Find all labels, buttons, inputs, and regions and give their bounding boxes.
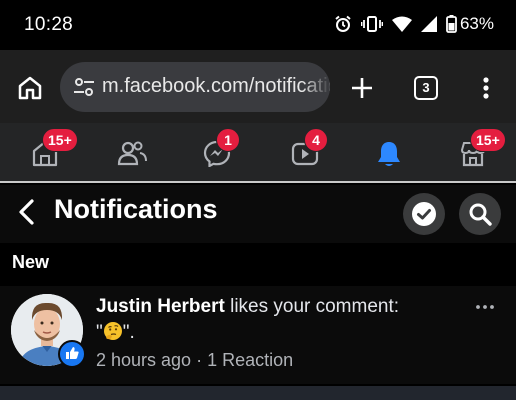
site-settings-icon[interactable] xyxy=(74,77,94,102)
next-notification-item[interactable] xyxy=(0,386,516,400)
nav-home-badge: 15+ xyxy=(42,128,78,152)
nav-video-badge: 4 xyxy=(304,128,328,152)
search-icon xyxy=(469,203,492,226)
plus-icon xyxy=(352,78,372,98)
section-label-new: New xyxy=(12,252,50,272)
bell-icon xyxy=(378,142,400,166)
thumbs-up-icon xyxy=(66,347,79,359)
reaction-count[interactable]: 1 Reaction xyxy=(207,350,293,370)
search-button[interactable] xyxy=(459,193,501,235)
chevron-left-icon xyxy=(19,199,34,225)
notification-time: 2 hours ago xyxy=(96,350,192,370)
nav-marketplace-badge: 15+ xyxy=(470,128,506,152)
more-vert-button[interactable] xyxy=(476,74,496,102)
tabs-button[interactable]: 3 xyxy=(414,76,438,100)
page-title: Notifications xyxy=(54,194,218,224)
more-horiz-icon xyxy=(476,305,494,309)
home-icon xyxy=(18,76,42,100)
nav-friends[interactable] xyxy=(114,135,150,171)
signal-icon xyxy=(420,16,437,32)
nav-home[interactable]: 15+ xyxy=(28,128,78,171)
nav-video[interactable]: 4 xyxy=(288,128,328,171)
battery-icon xyxy=(446,15,457,33)
mark-all-read-button[interactable] xyxy=(403,193,445,235)
nav-marketplace[interactable]: 15+ xyxy=(456,128,506,171)
browser-toolbar: m.facebook.com/notifications 3 xyxy=(0,50,516,123)
meta-separator: · xyxy=(191,350,208,370)
notifications-header: Notifications xyxy=(0,185,516,243)
notification-text: Justin Herbert likes your comment: " ". xyxy=(96,294,456,346)
check-circle-icon xyxy=(412,202,436,226)
new-tab-button[interactable] xyxy=(348,74,376,102)
vibrate-icon xyxy=(360,15,383,33)
nav-messenger[interactable]: 1 xyxy=(200,128,240,171)
notification-action: likes your comment: xyxy=(224,296,400,317)
like-reaction-badge xyxy=(58,340,86,368)
more-vert-icon xyxy=(483,77,489,99)
alarm-icon xyxy=(334,15,352,33)
friends-icon xyxy=(117,141,147,166)
quote-open: " xyxy=(96,322,103,343)
status-time: 10:28 xyxy=(24,14,74,35)
nav-notifications[interactable] xyxy=(372,135,408,171)
notification-item[interactable]: Justin Herbert likes your comment: " ". 2 … xyxy=(0,286,516,384)
url-text[interactable]: m.facebook.com/notifications xyxy=(102,75,330,98)
home-button[interactable] xyxy=(16,74,44,102)
quote-close: ". xyxy=(122,322,135,343)
thinking-face-icon xyxy=(103,321,123,341)
battery-percent: 63% xyxy=(459,14,494,33)
address-bar[interactable]: m.facebook.com/notifications xyxy=(60,62,330,112)
wifi-icon xyxy=(391,16,412,32)
status-icons: 63% xyxy=(334,14,494,34)
url-fade xyxy=(302,62,330,112)
nav-messenger-badge: 1 xyxy=(216,128,240,152)
notification-meta: 2 hours ago · 1 Reaction xyxy=(96,350,293,371)
actor-name[interactable]: Justin Herbert xyxy=(96,296,225,317)
status-bar: 10:28 63% xyxy=(0,0,516,50)
notification-options-button[interactable] xyxy=(474,296,496,318)
fb-nav-bar: 15+ 1 4 15+ xyxy=(0,123,516,183)
back-button[interactable] xyxy=(14,197,40,227)
